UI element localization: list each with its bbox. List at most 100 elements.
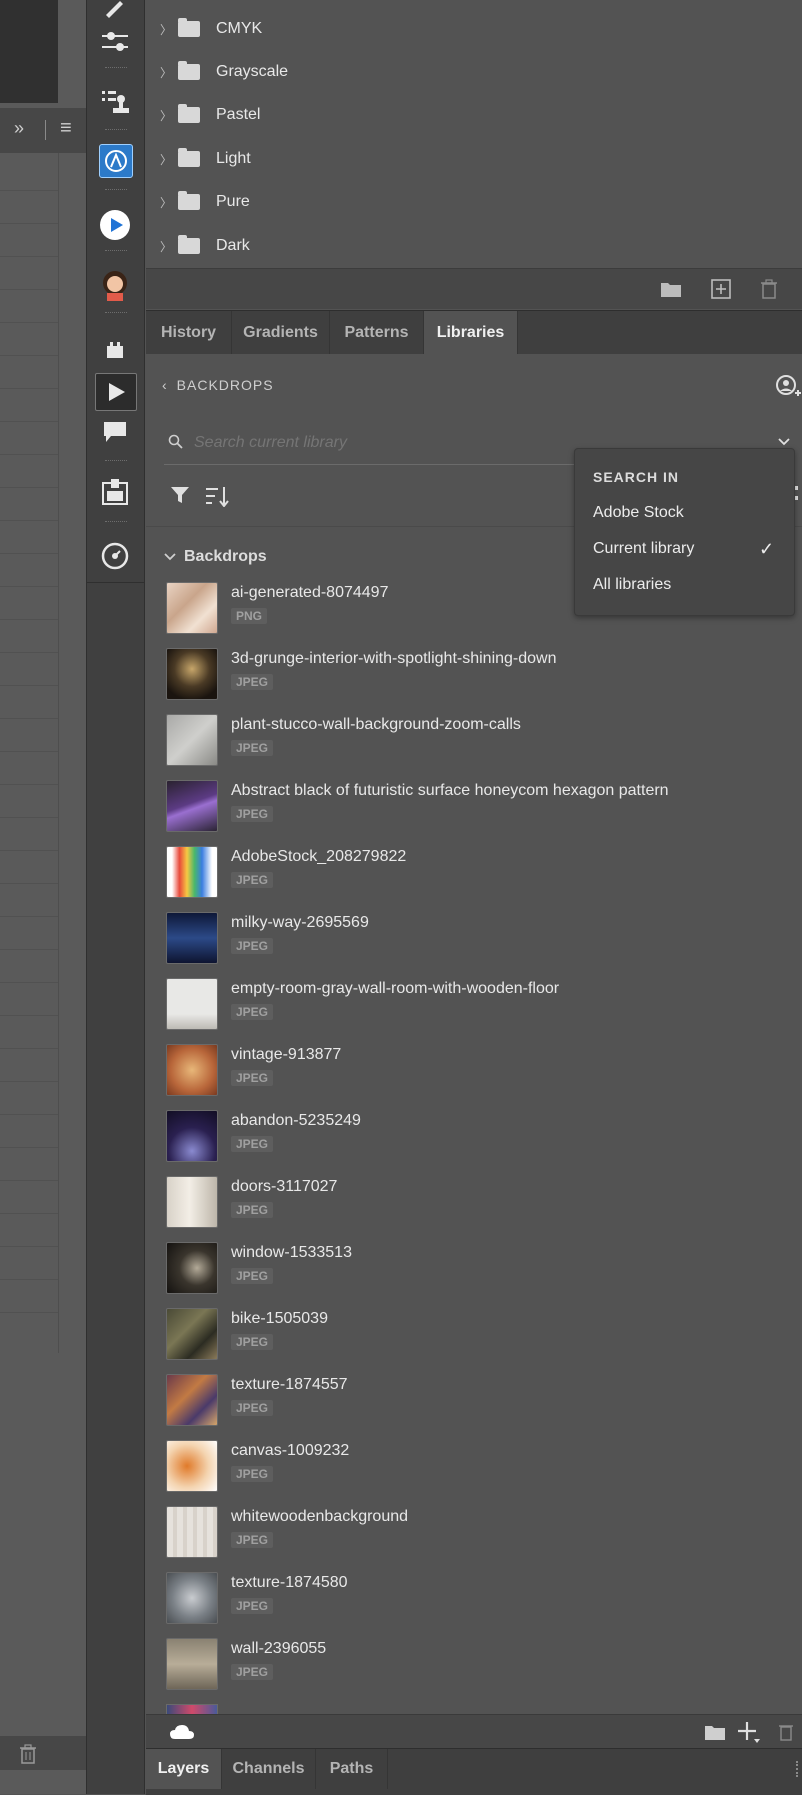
asset-name: ai-generated-8074497: [231, 584, 389, 601]
menu-item-adobe-stock[interactable]: Adobe Stock: [593, 504, 684, 522]
drag-handle[interactable]: [105, 521, 127, 525]
asset-name: wall-2396055: [231, 1640, 327, 1657]
chevron-right-icon[interactable]: 〉: [160, 107, 178, 124]
menu-heading: SEARCH IN: [593, 469, 680, 485]
chevron-right-icon[interactable]: 〉: [160, 64, 178, 81]
row-separator: [0, 1015, 58, 1016]
left-panel: [0, 0, 86, 1794]
swatch-folder[interactable]: 〉 CMYK: [160, 9, 262, 49]
adjust-icon[interactable]: [97, 24, 133, 60]
folder-icon: [178, 235, 200, 254]
file-type-badge: JPEG: [231, 872, 274, 888]
left-panel-footer: [0, 1736, 86, 1770]
row-separator: [0, 454, 58, 455]
menu-item-current-library[interactable]: Current library: [593, 540, 694, 558]
file-type-badge: JPEG: [231, 1400, 274, 1416]
asset-thumbnail: [166, 1572, 218, 1624]
add-icon[interactable]: [736, 1719, 762, 1745]
file-type-badge: PNG: [231, 608, 268, 624]
chevron-right-icon[interactable]: 〉: [160, 151, 178, 168]
file-type-badge: JPEG: [231, 1334, 274, 1350]
asset-name: AdobeStock_208279822: [231, 848, 407, 865]
row-separator: [0, 1246, 58, 1247]
cloud-icon[interactable]: [168, 1721, 196, 1743]
swatch-folder[interactable]: 〉 Light: [160, 139, 251, 179]
row-separator: [0, 619, 58, 620]
tab-history[interactable]: History: [146, 311, 232, 355]
row-separator: [0, 850, 58, 851]
row-separator: [0, 1213, 58, 1214]
brush-icon[interactable]: [97, 0, 133, 24]
trash-icon[interactable]: [774, 1721, 798, 1743]
menu-item-all-libraries[interactable]: All libraries: [593, 576, 671, 594]
trash-icon[interactable]: [16, 1742, 40, 1766]
asset-name: empty-room-gray-wall-room-with-wooden-fl…: [231, 980, 560, 997]
divider: [45, 120, 46, 140]
plugin-icon[interactable]: [97, 332, 133, 368]
row-separator: [0, 1081, 58, 1082]
swatch-folder[interactable]: 〉 Pure: [160, 182, 250, 222]
library-group-header[interactable]: Backdrops: [164, 548, 267, 566]
trash-icon[interactable]: [756, 277, 782, 301]
panel-menu-icon[interactable]: ≡: [60, 117, 72, 140]
asset-name: canvas-1009232: [231, 1442, 350, 1459]
actions-play-icon[interactable]: [95, 373, 137, 411]
asset-name: Abstract black of futuristic surface hon…: [231, 782, 669, 799]
swatch-folder[interactable]: 〉 Pastel: [160, 95, 260, 135]
new-group-folder-icon[interactable]: [658, 277, 684, 301]
stamp-list-icon[interactable]: [97, 84, 133, 120]
app-a-icon[interactable]: [99, 144, 133, 178]
back-to-libraries-button[interactable]: ‹ BACKDROPS: [162, 377, 274, 393]
drag-handle[interactable]: [105, 312, 127, 316]
invite-people-icon[interactable]: [774, 374, 802, 400]
asset-thumbnail: [166, 582, 218, 634]
file-type-badge: JPEG: [231, 938, 274, 954]
asset-name: bike-1505039: [231, 1310, 328, 1327]
avatar-icon[interactable]: [97, 267, 133, 303]
asset-thumbnail: [166, 846, 218, 898]
panel-grip[interactable]: [796, 1761, 802, 1777]
tab-layers[interactable]: Layers: [146, 1749, 222, 1789]
file-type-badge: JPEG: [231, 1202, 274, 1218]
new-group-folder-icon[interactable]: [702, 1721, 728, 1743]
row-separator: [0, 256, 58, 257]
drag-handle[interactable]: [105, 67, 127, 71]
tab-patterns[interactable]: Patterns: [330, 311, 424, 355]
asset-name: abandon-5235249: [231, 1112, 361, 1129]
play-circle-icon[interactable]: [97, 207, 133, 243]
export-icon[interactable]: [97, 474, 133, 510]
sort-icon[interactable]: [204, 483, 230, 509]
chevron-right-icon[interactable]: 〉: [160, 238, 178, 255]
swatch-folder-label: Light: [216, 150, 251, 167]
swatch-folder-label: Grayscale: [216, 63, 289, 80]
chevron-down-icon: [164, 553, 176, 561]
new-swatch-icon[interactable]: [708, 277, 734, 301]
file-type-badge: JPEG: [231, 1664, 274, 1680]
asset-thumbnail: [166, 1506, 218, 1558]
chevron-right-icon[interactable]: 〉: [160, 194, 178, 211]
row-separator: [0, 520, 58, 521]
drag-handle[interactable]: [105, 129, 127, 133]
tab-paths[interactable]: Paths: [316, 1749, 388, 1789]
tab-channels[interactable]: Channels: [222, 1749, 316, 1789]
left-panel-header: » ≡: [0, 108, 86, 153]
drag-handle[interactable]: [105, 460, 127, 464]
file-type-badge: JPEG: [231, 1136, 274, 1152]
chevron-right-icon[interactable]: 〉: [160, 21, 178, 38]
comment-icon[interactable]: [97, 414, 133, 450]
asset-thumbnail: [166, 1440, 218, 1492]
file-type-badge: JPEG: [231, 674, 274, 690]
tab-gradients[interactable]: Gradients: [232, 311, 330, 355]
folder-icon: [178, 104, 200, 123]
row-separator: [0, 421, 58, 422]
filter-icon[interactable]: [168, 483, 192, 507]
tab-libraries[interactable]: Libraries: [424, 311, 518, 355]
asset-name: window-1533513: [231, 1244, 352, 1261]
swatch-folder[interactable]: 〉 Dark: [160, 226, 250, 266]
navigator-icon[interactable]: [97, 538, 133, 574]
drag-handle[interactable]: [105, 189, 127, 193]
drag-handle[interactable]: [105, 250, 127, 254]
search-scope-menu: SEARCH IN Adobe Stock Current library ✓ …: [574, 448, 795, 616]
swatch-folder[interactable]: 〉 Grayscale: [160, 52, 288, 92]
expand-panels-button[interactable]: »: [14, 118, 24, 139]
